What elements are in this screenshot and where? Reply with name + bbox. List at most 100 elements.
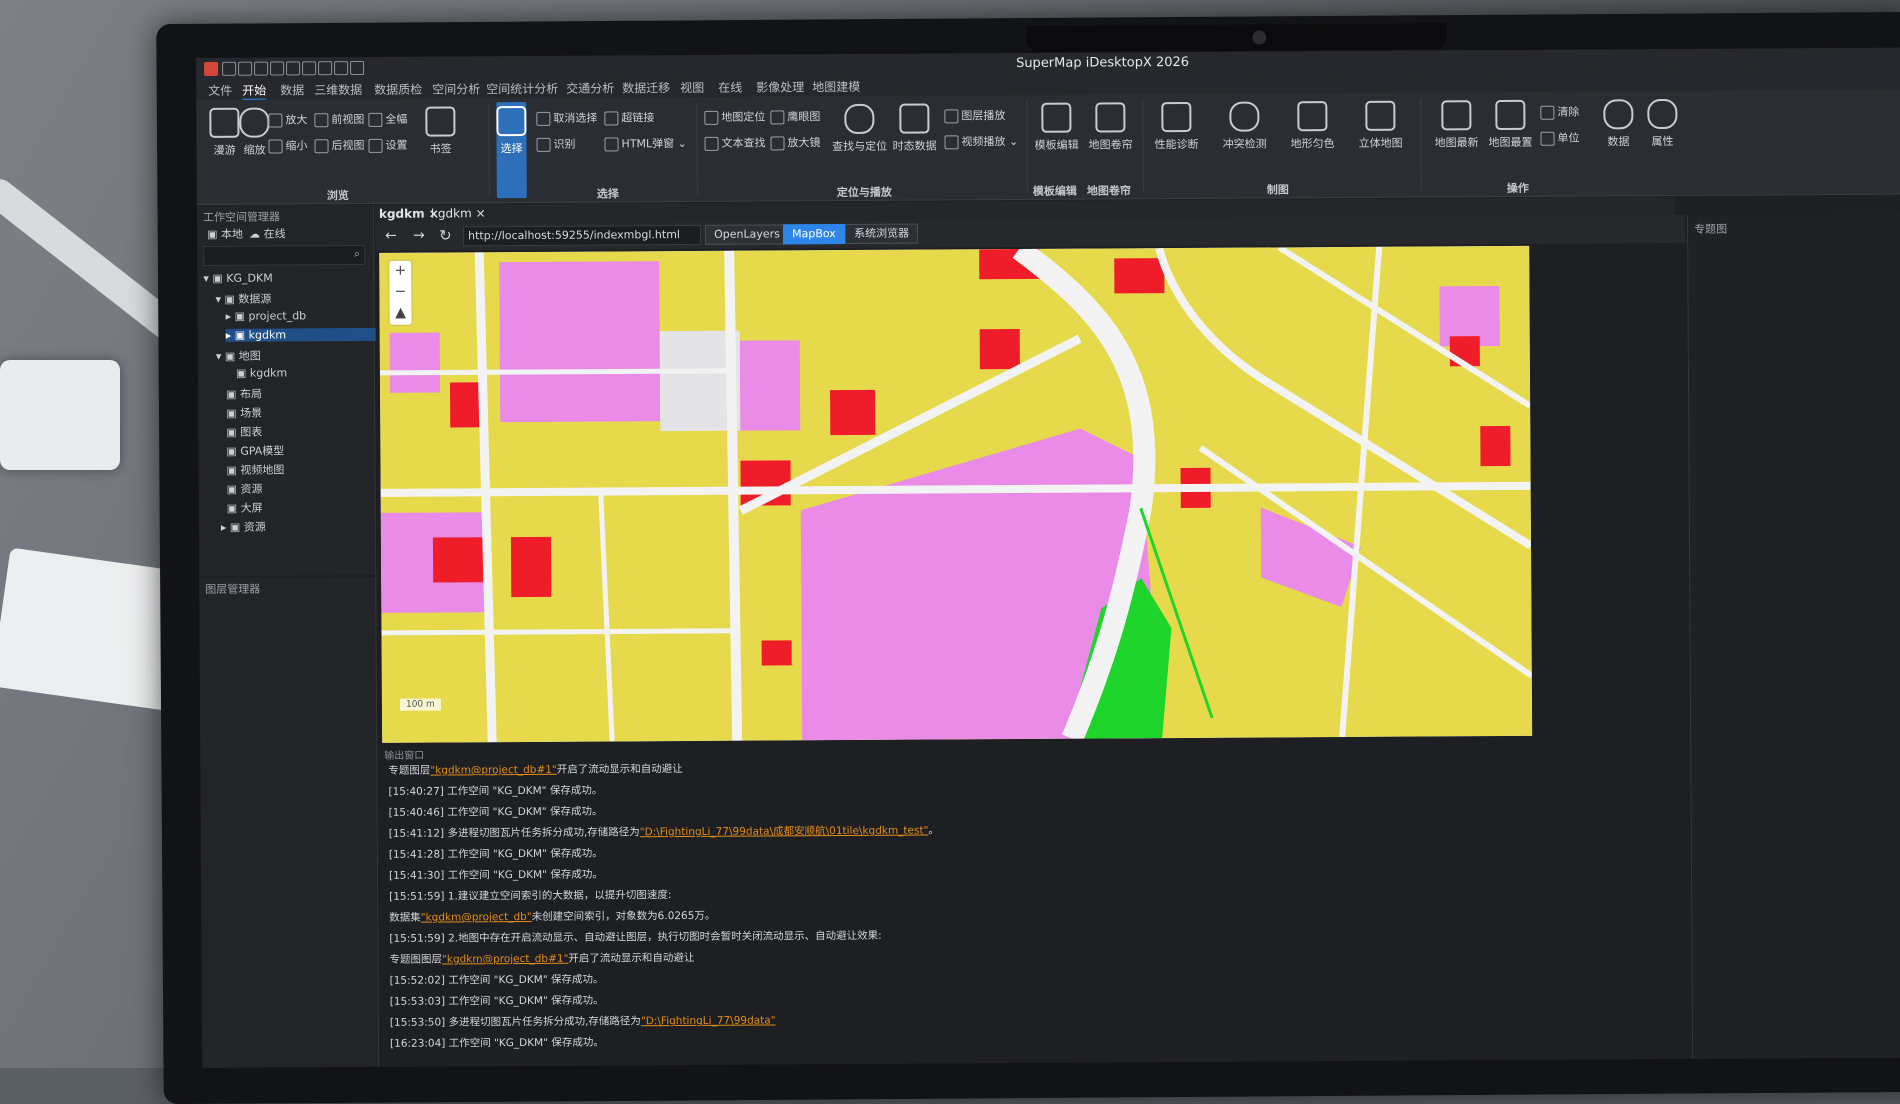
- new-icon[interactable]: [222, 61, 237, 76]
- menu-item[interactable]: 数据质检: [374, 81, 422, 98]
- log-text: [15:41:12] 多进程切图瓦片任务拆分成功,存储路径为: [388, 826, 640, 840]
- openlayers-button[interactable]: OpenLayers: [705, 224, 789, 245]
- menu-item[interactable]: 影像处理: [756, 78, 804, 95]
- search-icon[interactable]: ⌕: [354, 247, 360, 261]
- refresh-icon[interactable]: ↻: [439, 226, 452, 244]
- tree-item-resources2[interactable]: ▸ ▣ 资源: [221, 519, 266, 535]
- menu-item[interactable]: 空间分析: [432, 80, 480, 97]
- menu-item[interactable]: 地图建模: [812, 78, 860, 95]
- terrain-color-button[interactable]: 地形匀色: [1286, 101, 1338, 151]
- properties-button[interactable]: 属性: [1636, 98, 1688, 149]
- workspace-search-input[interactable]: ⌕: [203, 244, 366, 266]
- tree-item-dashboard[interactable]: ▣ 大屏: [227, 500, 263, 516]
- magnifier-button[interactable]: 放大镜: [770, 134, 821, 151]
- folder-icon[interactable]: [350, 60, 365, 76]
- log-line: 专题图图层"kgdkm@project_db#1"开启了流动显示和自动避让: [389, 950, 694, 967]
- tree-item-scenes[interactable]: ▣ 场景: [226, 405, 262, 421]
- menu-item[interactable]: 数据: [280, 81, 304, 98]
- gauge-icon: [1229, 101, 1260, 132]
- select-icon[interactable]: [270, 61, 285, 76]
- settings-button[interactable]: 设置: [368, 137, 408, 153]
- log-link[interactable]: "kgdkm@project_db#1": [430, 764, 556, 777]
- refresh-icon[interactable]: [334, 61, 349, 76]
- tree-item-maps[interactable]: ▾ ▣ 地图: [216, 348, 261, 364]
- html-popup-button[interactable]: HTML弹窗 ⌄: [604, 135, 687, 152]
- clear-button[interactable]: 清除: [1540, 104, 1579, 120]
- tree-item-map[interactable]: ▣ kgdkm: [236, 366, 287, 379]
- compass-button[interactable]: ▲: [389, 303, 411, 324]
- temporal-button[interactable]: 时态数据: [888, 103, 940, 153]
- url-input[interactable]: http://localhost:59255/indexmbgl.html: [463, 224, 702, 247]
- menu-item[interactable]: 数据迁移: [622, 79, 670, 96]
- hyperlink-label: 超链接: [621, 111, 655, 125]
- zoom-out-button[interactable]: 缩小: [268, 137, 308, 154]
- layer-play-label: 图层播放: [961, 109, 1006, 123]
- output-window: 输出窗口 专题图层"kgdkm@project_db#1"开启了流动显示和自动避…: [382, 738, 1685, 1068]
- log-text: 专题图图层: [389, 953, 443, 966]
- unit-button[interactable]: 单位: [1540, 130, 1580, 146]
- tree-item-datasource[interactable]: ▸ ▣ project_db: [226, 309, 307, 322]
- cursor-icon: [496, 105, 527, 137]
- tree-item-workspace[interactable]: ▾ ▣ KG_DKM: [203, 272, 272, 285]
- cancel-select-button[interactable]: 取消选择: [536, 110, 597, 126]
- zoom-in-button[interactable]: +: [389, 261, 411, 282]
- menu-item[interactable]: 视图: [680, 79, 704, 96]
- find-locate-button[interactable]: 查找与定位: [826, 103, 892, 154]
- mapbox-button[interactable]: MapBox: [783, 224, 845, 245]
- zoom-in-button[interactable]: 放大: [268, 111, 307, 128]
- bookmark-button[interactable]: 书签: [420, 106, 460, 156]
- zoom-out-icon[interactable]: [318, 61, 333, 76]
- menu-item[interactable]: 三维数据: [314, 81, 362, 98]
- text-search-button[interactable]: 文本查找: [704, 135, 766, 151]
- log-link[interactable]: "D:\FightingLi_77\99data": [641, 1014, 776, 1027]
- layer-map-button[interactable]: 地图最新: [1430, 100, 1482, 150]
- menu-item[interactable]: 文件: [208, 82, 232, 99]
- zoom-out-button[interactable]: −: [389, 282, 411, 303]
- log-link[interactable]: "kgdkm@project_db": [421, 911, 532, 924]
- zoom-in-icon[interactable]: [302, 61, 317, 76]
- log-text: 专题图层: [388, 764, 431, 777]
- conflict-detect-button[interactable]: 冲突检测: [1218, 101, 1270, 151]
- tree-item-datasource-selected[interactable]: ▸ ▣ kgdkm: [225, 327, 376, 342]
- tree-item-datasources[interactable]: ▾ ▣ 数据源: [215, 291, 271, 307]
- next-view-button[interactable]: 后视图: [314, 137, 365, 154]
- menu-item[interactable]: 在线: [718, 79, 742, 96]
- doc-tab-active[interactable]: kgdkm ×: [379, 207, 439, 221]
- hyperlink-button[interactable]: 超链接: [604, 109, 655, 126]
- open-icon[interactable]: [238, 61, 253, 76]
- tree-item-gpa[interactable]: ▣ GPA模型: [226, 442, 284, 458]
- video-play-button[interactable]: 视频播放 ⌄: [944, 133, 1018, 150]
- land-use-map[interactable]: [379, 245, 1533, 743]
- menu-item[interactable]: 交通分析: [566, 79, 614, 96]
- system-browser-button[interactable]: 系统浏览器: [845, 223, 919, 245]
- map-locate-button[interactable]: 地图定位: [704, 109, 765, 125]
- log-link[interactable]: "kgdkm@project_db#1": [442, 953, 568, 966]
- menu-item[interactable]: 空间统计分析: [486, 80, 558, 97]
- stereo-map-button[interactable]: 立体地图: [1354, 100, 1406, 151]
- forward-icon[interactable]: →: [413, 228, 425, 244]
- template-edit-button[interactable]: 模板编辑: [1030, 102, 1082, 153]
- perf-diagnose-button[interactable]: 性能诊断: [1150, 101, 1202, 152]
- identify-button[interactable]: 识别: [536, 136, 576, 152]
- back-icon[interactable]: ←: [385, 228, 397, 244]
- tree-item-charts[interactable]: ▣ 图表: [226, 424, 262, 440]
- doc-tab[interactable]: kgdkm ×: [431, 206, 486, 220]
- save-icon[interactable]: [254, 61, 269, 76]
- map-roll-button[interactable]: 地图卷帘: [1084, 102, 1136, 152]
- tree-item-layouts[interactable]: ▣ 布局: [226, 386, 262, 402]
- log-link[interactable]: "D:\FightingLi_77\99data\成都安顺航\01tile\kg…: [640, 825, 929, 839]
- full-extent-button[interactable]: 全幅: [368, 111, 407, 127]
- pan-icon[interactable]: [286, 61, 301, 76]
- tree-item-video-maps[interactable]: ▣ 视频地图: [226, 461, 284, 477]
- map-top-button[interactable]: 地图最置: [1484, 99, 1536, 150]
- map-view[interactable]: + − ▲ 100 m: [379, 245, 1533, 743]
- hawkeye-button[interactable]: 鹰眼图: [770, 108, 820, 125]
- layer-play-button[interactable]: 图层播放: [944, 107, 1006, 124]
- tab-online[interactable]: ☁ 在线: [249, 225, 286, 241]
- tab-local[interactable]: ▣ 本地: [207, 226, 243, 242]
- tree-item-resources[interactable]: ▣ 资源: [227, 481, 263, 497]
- log-text: [15:41:30] 工作空间 "KG_DKM" 保存成功。: [388, 868, 603, 882]
- menu-item-active[interactable]: 开始: [242, 81, 267, 101]
- prev-view-button[interactable]: 前视图: [314, 111, 364, 128]
- settings-label: 设置: [385, 138, 408, 152]
